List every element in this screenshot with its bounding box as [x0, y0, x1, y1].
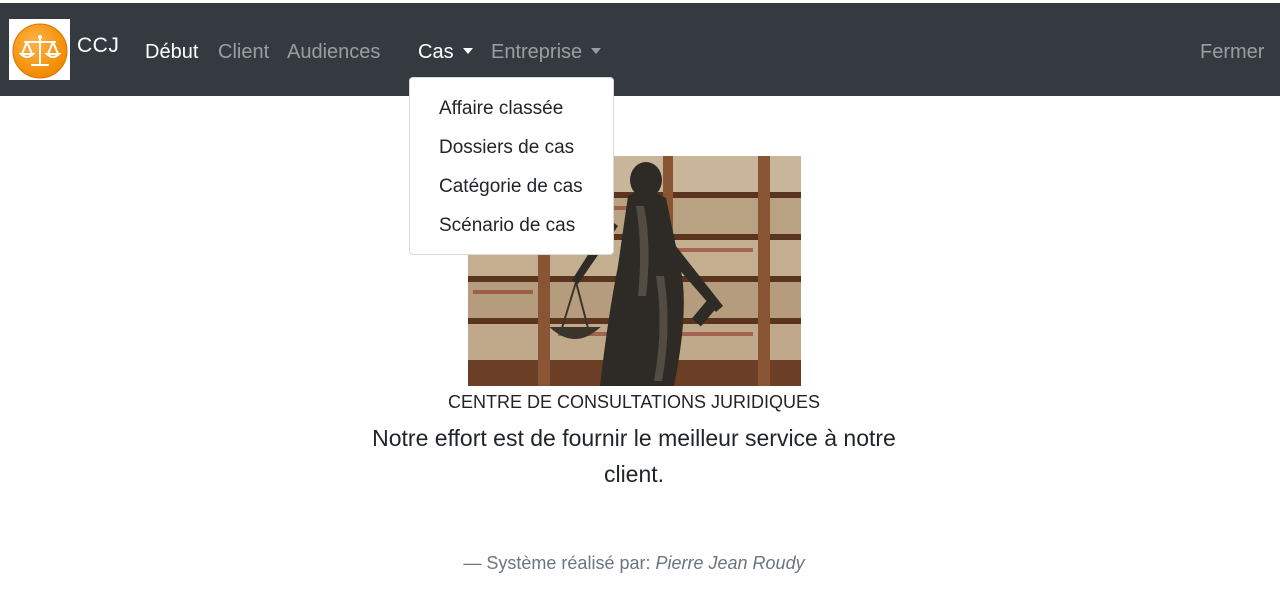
menu-item-categorie-de-cas[interactable]: Catégorie de cas — [439, 176, 583, 198]
caret-down-icon — [591, 48, 602, 54]
nav-entreprise-label: Entreprise — [491, 41, 583, 63]
nav-cas-label: Cas — [418, 41, 454, 63]
caret-down-icon — [462, 48, 473, 54]
main-navbar: CCJ Début Client Audiences Cas Entrepris… — [0, 3, 1280, 96]
footer-author: Pierre Jean Roudy — [655, 553, 805, 573]
brand-logo[interactable] — [9, 19, 70, 80]
logout-link[interactable]: Fermer — [1200, 41, 1264, 64]
hero-tagline: Notre effort est de fournir le meilleur … — [372, 425, 896, 487]
footer-prefix: — Système réalisé par: — [463, 553, 651, 573]
nav-client[interactable]: Client — [218, 41, 269, 64]
menu-item-affaire-classee[interactable]: Affaire classée — [439, 98, 563, 120]
footer-credit: — Système réalisé par: Pierre Jean Roudy — [0, 553, 1268, 574]
nav-entreprise-dropdown[interactable]: Entreprise — [491, 41, 602, 64]
hero-title: CENTRE DE CONSULTATIONS JURIDIQUES — [447, 392, 821, 412]
cas-dropdown-menu: Affaire classée Dossiers de cas Catégori… — [409, 77, 614, 255]
menu-item-scenario-de-cas[interactable]: Scénario de cas — [439, 215, 575, 237]
nav-debut[interactable]: Début — [145, 41, 198, 64]
nav-audiences[interactable]: Audiences — [287, 41, 380, 64]
nav-cas-dropdown[interactable]: Cas — [418, 41, 473, 64]
menu-item-dossiers-de-cas[interactable]: Dossiers de cas — [439, 137, 574, 159]
brand-name[interactable]: CCJ — [77, 34, 119, 58]
scales-of-justice-icon — [12, 23, 68, 79]
